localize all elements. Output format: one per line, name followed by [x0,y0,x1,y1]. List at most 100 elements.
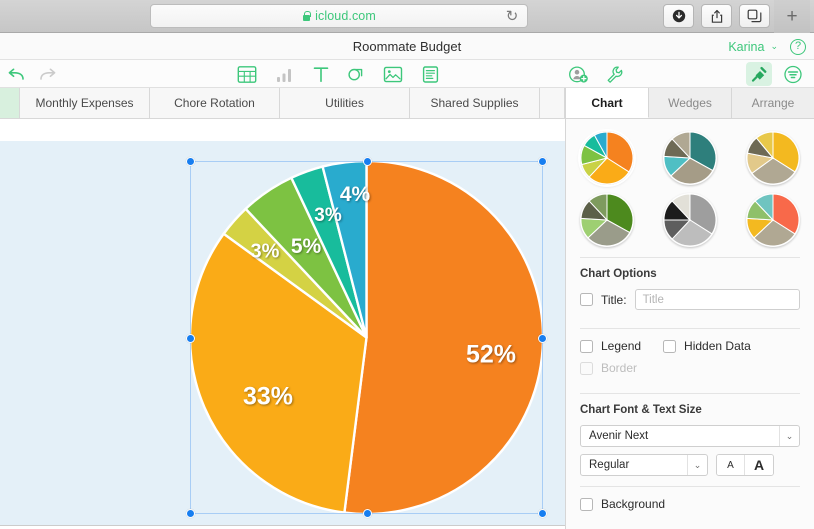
sheet-tab-monthly-expenses[interactable]: Monthly Expenses [20,88,150,118]
legend-hidden-row: Legend Hidden Data [580,339,800,353]
chart-style-thumbnail-icon [746,193,800,247]
chart-style-thumbnail-icon [663,193,717,247]
insert-media-button[interactable] [380,62,406,86]
address-bar-content: icloud.com [302,9,376,23]
font-weight-select[interactable]: Regular ⌄ [580,454,708,476]
title-row: Title: Title [580,289,800,310]
organize-button[interactable] [780,62,806,86]
collaborate-button[interactable] [566,62,592,86]
background-checkbox[interactable] [580,497,593,511]
formula-strip [0,119,565,141]
document-title: Roommate Budget [352,38,462,54]
chart-style-grid [566,119,814,257]
chart-style-thumbnail-icon [746,131,800,185]
format-paintbrush-icon [751,66,767,82]
insert-table-button[interactable] [234,62,260,86]
lock-icon [302,11,311,22]
inspector-tab-bar: Chart Wedges Arrange [566,88,814,119]
redo-button[interactable] [34,62,60,86]
reload-icon[interactable]: ↻ [504,9,520,25]
new-tab-button[interactable]: + [774,0,810,33]
chart-style-thumbnail-icon [580,193,634,247]
increase-font-size-button[interactable]: A [745,455,773,475]
legend-checkbox[interactable] [580,339,593,353]
undo-icon [8,68,24,80]
hidden-data-label: Hidden Data [684,339,751,353]
resize-handle-top-right[interactable] [538,157,547,166]
tab-chart[interactable]: Chart [566,88,649,118]
chart-style-style-green-grey[interactable] [580,193,634,247]
border-row: Border [580,361,800,375]
insert-comment-button[interactable] [417,62,443,86]
chart-selection-box[interactable] [186,157,547,518]
chevron-down-icon[interactable]: ⌄ [770,41,778,52]
font-family-select[interactable]: Avenir Next ⌄ [580,425,800,447]
redo-icon [40,68,56,80]
undo-button[interactable] [4,62,30,86]
chart-style-style-gold-grey[interactable] [746,131,800,185]
resize-handle-middle-right[interactable] [538,334,547,343]
chart-style-style-teal-grey[interactable] [663,131,717,185]
chart-icon [277,68,291,82]
tab-arrange[interactable]: Arrange [732,88,814,118]
background-label: Background [601,497,666,511]
display-options-section: Legend Hidden Data Border [566,329,814,393]
browser-action-buttons [663,4,770,28]
sheet-tab-shared-supplies[interactable]: Shared Supplies [410,88,540,118]
resize-handle-bottom-right[interactable] [538,509,547,518]
user-menu-label[interactable]: Karina [728,40,764,54]
shape-icon [347,68,362,80]
chart-font-heading: Chart Font & Text Size [580,404,702,416]
chart-style-style-orange-multi[interactable] [578,129,637,187]
chart-font-section: Chart Font & Text Size Avenir Next ⌄ Reg… [566,394,814,486]
wrench-icon [607,66,623,83]
resize-handle-bottom-left[interactable] [186,509,195,518]
table-icon [237,65,257,83]
sheet-tab-indicator[interactable] [0,88,20,118]
organize-filter-icon [784,65,802,83]
insert-chart-button[interactable] [272,62,298,86]
sheet-tab-chore-rotation[interactable]: Chore Rotation [150,88,280,118]
download-button[interactable] [663,4,694,28]
chart-options-heading: Chart Options [580,268,657,280]
resize-handle-top-left[interactable] [186,157,195,166]
format-button[interactable] [746,62,772,86]
font-weight-value: Regular [589,459,630,471]
chart-style-thumbnail-icon [663,131,717,185]
add-person-icon [569,65,588,83]
numbers-icloud-window: icloud.com ↻ + Roommate Budget Karina ⌄ … [0,0,814,529]
hidden-data-checkbox[interactable] [663,339,677,353]
resize-handle-bottom-center[interactable] [363,509,372,518]
tools-button[interactable] [602,62,628,86]
download-icon [672,9,685,23]
chart-style-thumbnail-icon [580,131,634,185]
chart-style-style-monochrome[interactable] [663,193,717,247]
text-icon [313,66,329,82]
share-icon [711,9,722,23]
legend-label: Legend [601,339,642,353]
tab-wedges[interactable]: Wedges [649,88,732,118]
sheet-tab-utilities[interactable]: Utilities [280,88,410,118]
browser-toolbar: icloud.com ↻ + [0,0,814,33]
resize-handle-top-center[interactable] [363,157,372,166]
help-icon[interactable]: ? [790,38,806,55]
chevron-down-icon: ⌄ [779,426,799,446]
resize-handle-middle-left[interactable] [186,334,195,343]
sheet-tab-bar: Monthly Expenses Chore Rotation Utilitie… [0,88,565,119]
canvas-bottom-edge [0,525,565,529]
insert-text-button[interactable] [308,62,334,86]
format-inspector: Chart Wedges Arrange Chart Options Title… [565,88,814,529]
sheet-canvas[interactable]: 52% 33% 3% 5% 3% 4% [0,141,565,525]
address-bar[interactable]: icloud.com ↻ [150,4,528,28]
title-checkbox[interactable] [580,293,593,306]
document-bar-right: Karina ⌄ ? [728,33,806,60]
insert-shape-button[interactable] [343,62,369,86]
title-input[interactable]: Title [634,289,800,310]
chart-style-style-coral-grey[interactable] [746,193,800,247]
decrease-font-size-button[interactable]: A [717,455,745,475]
chart-options-section: Chart Options Title: Title [566,258,814,328]
show-tabs-button[interactable] [739,4,770,28]
share-button[interactable] [701,4,732,28]
font-weight-row: Regular ⌄ A A [580,454,800,476]
background-section: Background [566,487,814,521]
